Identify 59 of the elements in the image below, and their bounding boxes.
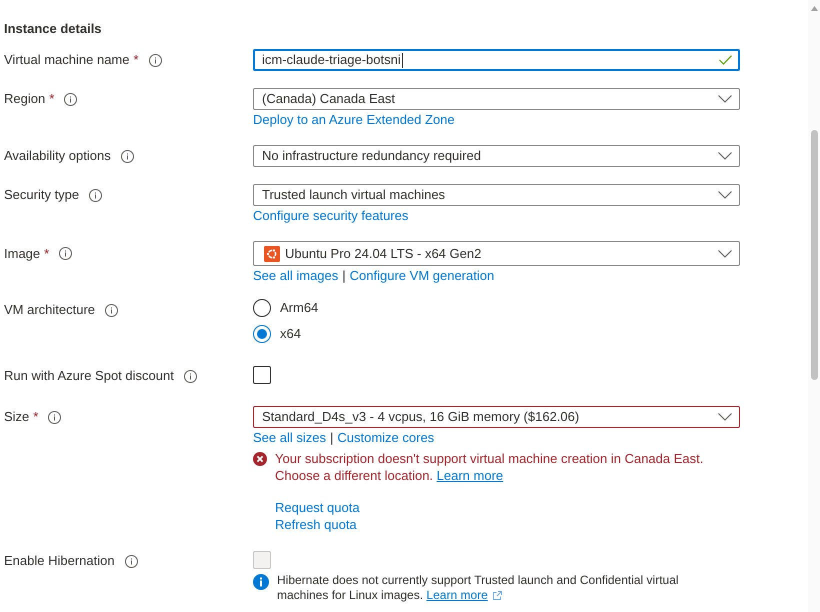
info-icon[interactable] (105, 304, 118, 316)
link[interactable]: See all sizes (253, 430, 326, 446)
quota-link[interactable]: Request quota (275, 499, 360, 516)
radio-button[interactable] (253, 325, 271, 343)
error-icon (253, 452, 267, 466)
info-icon[interactable] (124, 554, 138, 568)
required-asterisk: * (33, 408, 38, 426)
info-icon[interactable] (120, 150, 134, 162)
text-cursor (402, 52, 403, 68)
dropdown[interactable]: Ubuntu Pro 24.04 LTS - x64 Gen2 (253, 241, 740, 266)
link[interactable]: Deploy to an Azure Extended Zone (253, 112, 455, 128)
info-icon (253, 574, 269, 590)
chevron-down-icon (718, 250, 732, 258)
link[interactable]: Configure security features (253, 208, 408, 224)
info-message: Hibernate does not currently support Trusted launch and Confidential virtual machines for Linux images. Learn more (277, 573, 680, 603)
field-label: VM architecture (4, 301, 96, 320)
text-field[interactable]: icm-claude-triage-botsni (253, 49, 740, 71)
field-label: Virtual machine name (4, 51, 130, 70)
info-icon[interactable] (48, 410, 62, 424)
chevron-down-icon (718, 191, 732, 199)
radio-label[interactable]: Arm64 (280, 298, 318, 318)
required-asterisk: * (44, 244, 50, 263)
info-icon[interactable] (59, 247, 72, 260)
dropdown[interactable]: (Canada) Canada East (253, 88, 740, 110)
link-separator: | (342, 268, 346, 284)
field-label: Availability options (4, 147, 111, 166)
radio-button[interactable] (253, 299, 271, 317)
field-label: Security type (4, 186, 80, 204)
required-asterisk: * (49, 90, 54, 108)
external-link-icon (492, 591, 502, 600)
link[interactable]: Configure VM generation (350, 268, 494, 284)
check-icon (719, 55, 732, 65)
checkbox[interactable] (253, 366, 271, 384)
section-title: Instance details (4, 20, 102, 38)
field-label: Run with Azure Spot discount (4, 367, 174, 386)
dropdown[interactable]: Standard_D4s_v3 - 4 vcpus, 16 GiB memory ($162.06) (253, 406, 740, 428)
info-icon[interactable] (148, 54, 162, 66)
chevron-down-icon (718, 413, 732, 421)
field-label: Image (4, 244, 40, 263)
dropdown[interactable]: No infrastructure redundancy required (253, 145, 740, 167)
link-separator: | (330, 430, 334, 446)
field-label: Size (4, 408, 30, 426)
learn-more-link[interactable]: Learn more (436, 468, 504, 483)
info-icon[interactable] (64, 92, 78, 106)
ubuntu-logo-icon (264, 246, 280, 262)
link[interactable]: See all images (253, 268, 338, 284)
chevron-down-icon (718, 152, 732, 160)
required-asterisk: * (134, 51, 139, 70)
info-icon[interactable] (89, 188, 102, 202)
error-message: Your subscription doesn't support virtual machine creation in Canada East. Choose a different location. Learn more (275, 450, 704, 484)
field-label: Region (4, 90, 46, 108)
link[interactable]: Customize cores (337, 430, 434, 446)
radio-label[interactable]: x64 (280, 324, 301, 344)
chevron-down-icon (718, 95, 732, 103)
quota-link[interactable]: Refresh quota (275, 516, 357, 533)
info-icon[interactable] (184, 370, 197, 382)
field-label: Enable Hibernation (4, 552, 115, 570)
dropdown[interactable]: Trusted launch virtual machines (253, 184, 740, 206)
scrollbar-thumb[interactable] (810, 130, 818, 380)
